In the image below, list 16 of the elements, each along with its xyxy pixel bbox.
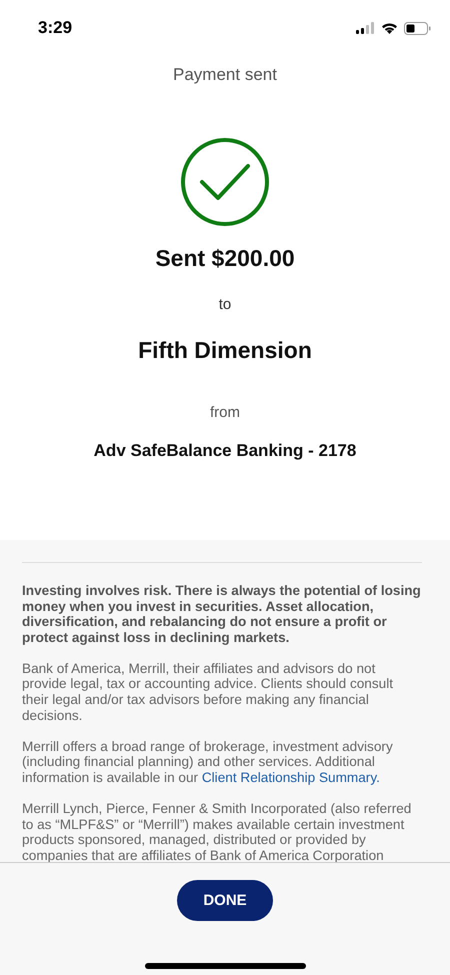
- disclosure-paragraph: Bank of America, Merrill, their affiliates and advisors do not provide legal, tax or accounting advice. Clients should consult their legal and/or tax advisors before making any financial decisions.: [22, 660, 394, 724]
- disclosure-paragraph: Merrill offers a broad range of brokerage, investment advisory (including financial planning) and other services. Additional information is available in our Client Relationship Summary.: [22, 738, 394, 786]
- checkmark-circle-icon: [180, 137, 270, 227]
- done-button[interactable]: DONE: [177, 880, 273, 921]
- screen-title: Payment sent: [173, 65, 277, 85]
- payee-name: Fifth Dimension: [138, 337, 312, 364]
- disclosure-paragraph: Investing involves risk. There is always the potential of losing money when you invest in securities. Asset allocation, diversification, and rebalancing do not ensure a profit or protect against loss in declining markets.: [22, 583, 422, 646]
- client-relationship-link[interactable]: Client Relationship Summary.: [202, 770, 380, 785]
- from-label: from: [210, 404, 240, 421]
- amount-text: Sent $200.00: [155, 245, 295, 272]
- battery-icon: [404, 22, 431, 34]
- to-label: to: [218, 296, 232, 313]
- signal-icon: [356, 22, 375, 34]
- wifi-icon: [381, 22, 398, 34]
- status-time: 3:29: [38, 18, 72, 38]
- account-name: Adv SafeBalance Banking - 2178: [94, 441, 356, 461]
